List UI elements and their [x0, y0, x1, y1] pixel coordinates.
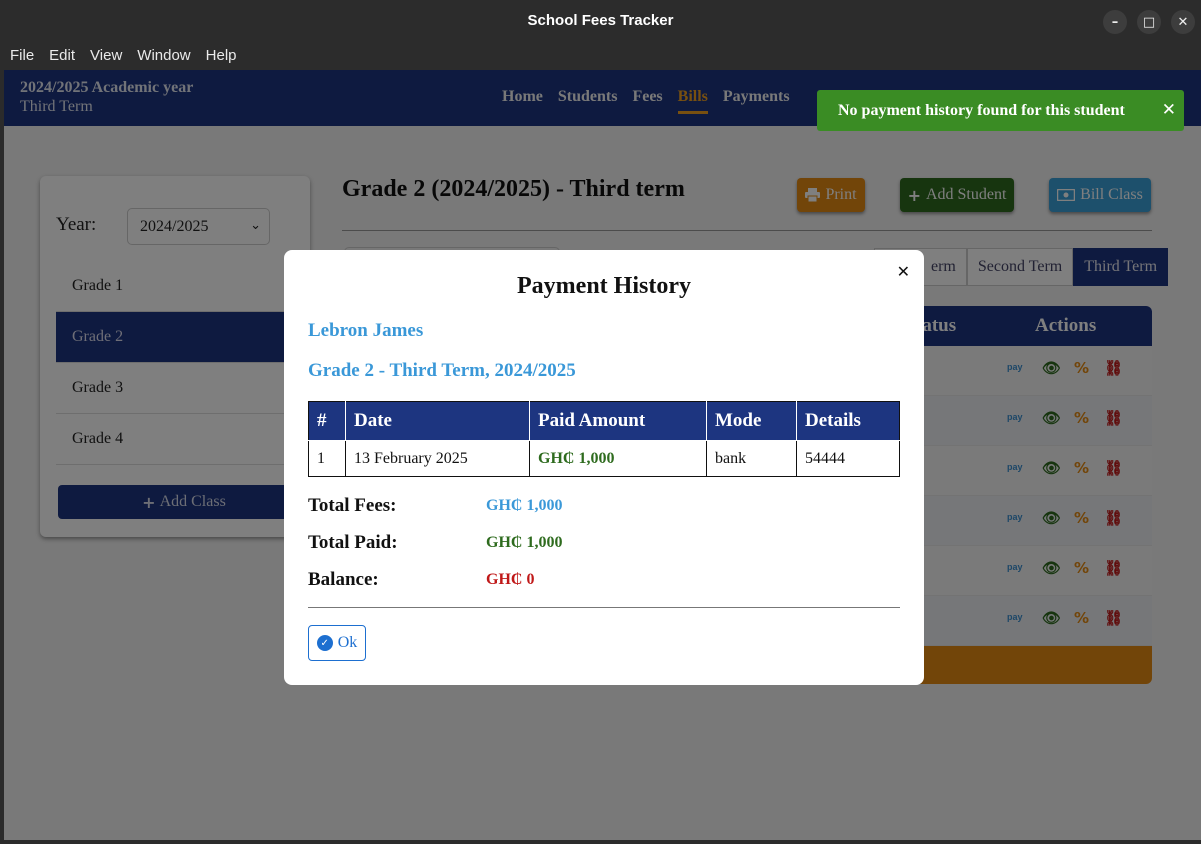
column-amount: Paid Amount: [529, 401, 707, 441]
balance-value: GH₵ 0: [486, 571, 535, 588]
menu-file[interactable]: File: [10, 47, 34, 64]
total-paid-value: GH₵ 1,000: [486, 534, 563, 551]
window-titlebar: School Fees Tracker – □ ✕: [0, 0, 1201, 41]
menu-bar: File Edit View Window Help: [0, 41, 1201, 70]
row-amount: GH₵ 1,000: [529, 440, 707, 477]
row-details: 54444: [796, 440, 900, 477]
column-details: Details: [796, 401, 900, 441]
total-paid-label: Total Paid:: [308, 532, 398, 553]
toast-message: No payment history found for this studen…: [838, 101, 1125, 119]
toast-close-icon[interactable]: ✕: [1162, 100, 1176, 120]
balance-label: Balance:: [308, 569, 379, 590]
row-mode: bank: [706, 440, 797, 477]
payment-history-modal: ✕ Payment History Lebron James Grade 2 -…: [284, 250, 924, 685]
modal-title: Payment History: [517, 273, 691, 299]
modal-divider: [308, 607, 900, 608]
menu-edit[interactable]: Edit: [49, 47, 75, 64]
table-row: 1 13 February 2025 GH₵ 1,000 bank 54444: [308, 440, 900, 477]
maximize-button[interactable]: □: [1137, 10, 1161, 34]
toast-notification: No payment history found for this studen…: [817, 90, 1184, 131]
row-date: 13 February 2025: [345, 440, 530, 477]
close-window-button[interactable]: ✕: [1171, 10, 1195, 34]
class-term: Grade 2 - Third Term, 2024/2025: [308, 360, 576, 381]
ok-label: Ok: [337, 634, 358, 651]
menu-help[interactable]: Help: [206, 47, 237, 64]
total-fees-value: GH₵ 1,000: [486, 497, 563, 514]
app-content: 2024/2025 Academic year Third Term Home …: [4, 70, 1201, 840]
student-name: Lebron James: [308, 320, 424, 341]
payment-table: # Date Paid Amount Mode Details 1 13 Feb…: [308, 401, 900, 477]
window-title: School Fees Tracker: [527, 12, 674, 29]
column-number: #: [308, 401, 346, 441]
column-mode: Mode: [706, 401, 797, 441]
row-number: 1: [308, 440, 346, 477]
ok-button[interactable]: ✓ Ok: [308, 625, 366, 661]
total-fees-label: Total Fees:: [308, 495, 397, 516]
minimize-button[interactable]: –: [1103, 10, 1127, 34]
check-circle-icon: ✓: [316, 635, 333, 651]
window-controls: – □ ✕: [1103, 10, 1195, 34]
menu-view[interactable]: View: [90, 47, 122, 64]
column-date: Date: [345, 401, 530, 441]
menu-window[interactable]: Window: [137, 47, 190, 64]
